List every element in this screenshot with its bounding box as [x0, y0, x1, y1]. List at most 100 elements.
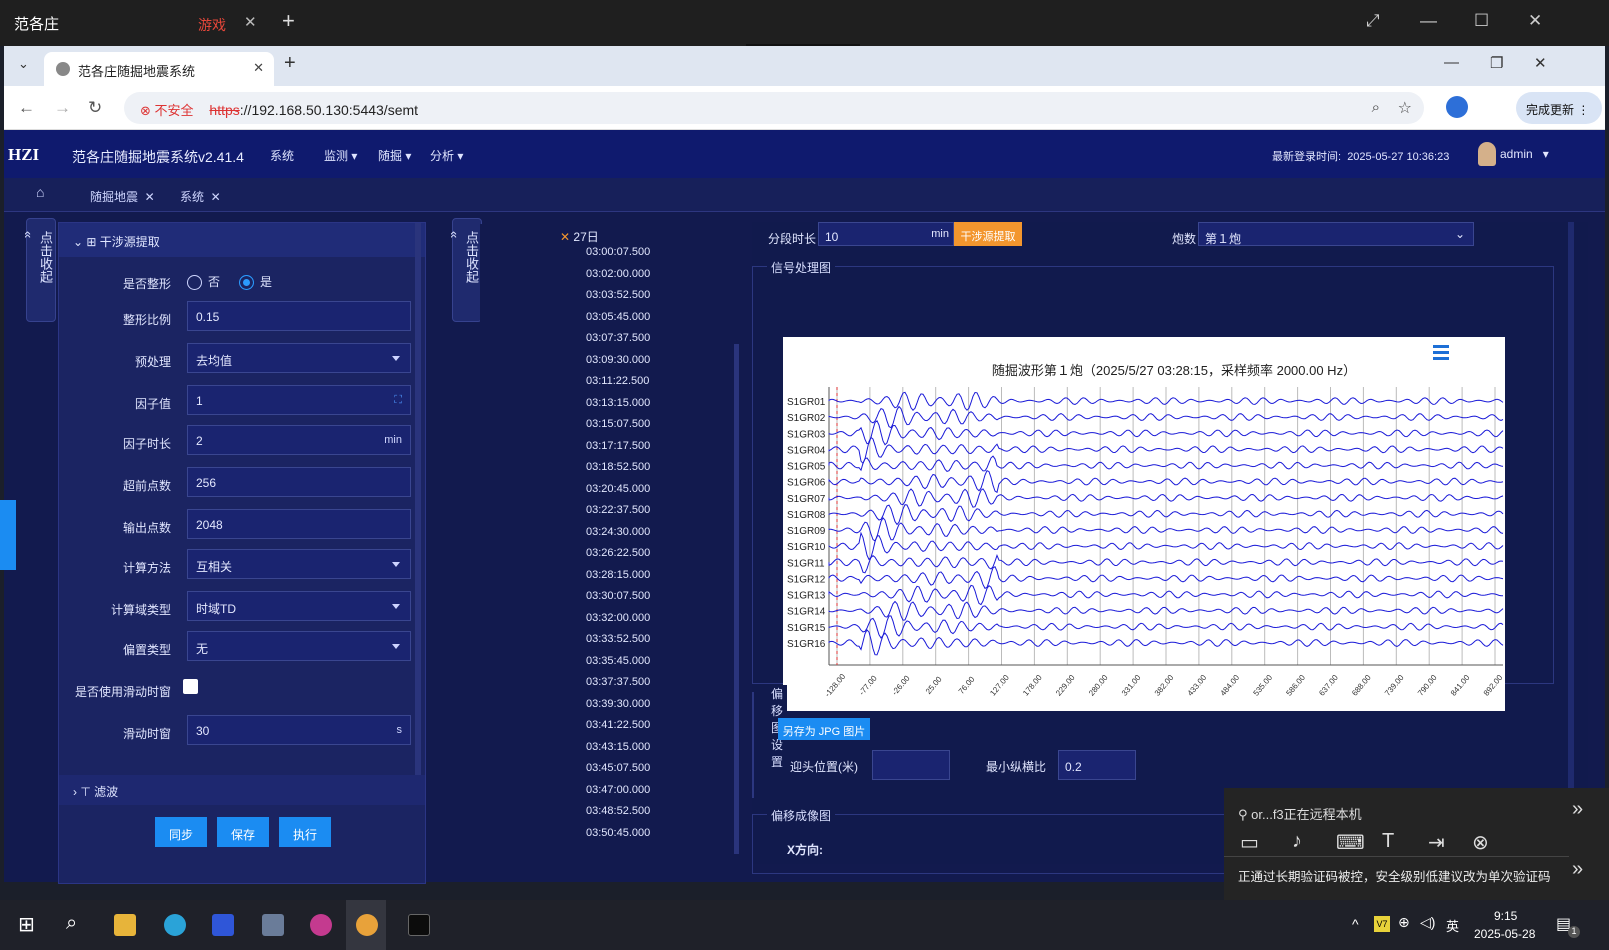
chrome-icon[interactable] — [356, 914, 378, 936]
expand-notice-icon[interactable]: » — [1572, 858, 1583, 881]
tab-suijue[interactable]: 随掘地震 ✕ — [90, 188, 155, 205]
volume-icon[interactable]: ◁) — [1420, 914, 1435, 931]
chart-menu-icon[interactable] — [1433, 357, 1449, 360]
panel-scrollbar[interactable] — [415, 223, 421, 799]
collapse-middle-tab[interactable]: 点击收起 « — [447, 218, 482, 322]
reload-icon[interactable]: ↻ — [88, 98, 102, 118]
remote-new-tab[interactable]: + — [282, 8, 295, 34]
profile-icon[interactable] — [1446, 96, 1468, 118]
chart-menu-icon[interactable] — [1433, 351, 1449, 354]
time-item[interactable]: 03:03:52.500 — [586, 289, 650, 311]
time-item[interactable]: 03:00:07.500 — [586, 246, 650, 268]
lang-indicator[interactable]: 英 — [1446, 916, 1459, 935]
nav-system[interactable]: 系统 — [270, 147, 295, 181]
start-icon[interactable]: ⊞ — [18, 912, 35, 937]
time-item[interactable]: 03:13:15.000 — [586, 397, 650, 419]
file-transfer-icon[interactable]: ⇥ — [1428, 830, 1445, 855]
section-interference-source[interactable]: ⌄ ⊞ 干涉源提取 — [59, 223, 425, 257]
avatar[interactable] — [1478, 142, 1496, 166]
back-icon[interactable]: ← — [18, 98, 35, 118]
section-filter[interactable]: › ⊤ 滤波 — [59, 775, 425, 805]
bias-type-select[interactable]: 无 — [187, 631, 411, 661]
remote-tab-game[interactable]: 游戏 — [198, 15, 226, 35]
text-icon[interactable]: T — [1382, 830, 1394, 853]
remote-desktop-icon[interactable] — [262, 914, 284, 936]
browser-close-icon[interactable]: ✕ — [1534, 54, 1547, 72]
client-app-icon[interactable] — [310, 914, 332, 936]
method-select[interactable]: 互相关 — [187, 549, 411, 579]
shot-select[interactable]: 第１炮 ⌄ — [1198, 222, 1474, 246]
time-item[interactable]: 03:48:52.500 — [586, 805, 650, 827]
segment-input[interactable]: 10 min — [818, 222, 954, 246]
keyboard-icon[interactable]: ⌨ — [1336, 830, 1365, 855]
chart-menu-icon[interactable] — [1433, 345, 1449, 348]
cloud-app-icon[interactable] — [212, 914, 234, 936]
list-scrollbar[interactable] — [734, 344, 739, 854]
search-icon[interactable]: ⌕ — [66, 912, 77, 935]
time-item[interactable]: 03:18:52.500 — [586, 461, 650, 483]
time-item[interactable]: 03:47:00.000 — [586, 784, 650, 806]
home-icon[interactable]: ⌂ — [36, 184, 44, 200]
time-item[interactable]: 03:24:30.000 — [586, 526, 650, 548]
reshape-ratio-input[interactable]: 0.15 — [187, 301, 411, 331]
time-item[interactable]: 03:32:00.000 — [586, 612, 650, 634]
radio-no[interactable]: 否 — [187, 273, 220, 291]
explorer-icon[interactable] — [114, 914, 136, 936]
insecure-badge[interactable]: ⊗ 不安全 — [140, 103, 194, 118]
time-item[interactable]: 03:15:07.500 — [586, 418, 650, 440]
factor-duration-input[interactable]: 2 min — [187, 425, 411, 455]
update-button[interactable]: 完成更新 ⋮ — [1516, 92, 1602, 124]
browser-tab[interactable]: 范各庄随掘地震系统 ✕ — [44, 52, 274, 86]
sync-button[interactable]: 同步 — [155, 817, 207, 847]
close-tab-icon[interactable]: ✕ — [253, 60, 264, 76]
time-item[interactable]: 03:43:15.000 — [586, 741, 650, 763]
extract-button[interactable]: 干涉源提取 — [954, 222, 1022, 246]
time-item[interactable]: 03:26:22.500 — [586, 547, 650, 569]
microphone-icon[interactable]: ♪ — [1292, 830, 1302, 853]
time-item[interactable]: 03:41:22.500 — [586, 719, 650, 741]
zoom-icon[interactable]: ⌕ — [1372, 99, 1380, 116]
time-item[interactable]: 03:11:22.500 — [586, 375, 649, 397]
network-icon[interactable]: ⊕ — [1398, 914, 1410, 931]
forward-icon[interactable]: → — [54, 98, 71, 118]
side-expand-handle[interactable] — [0, 500, 16, 570]
save-button[interactable]: 保存 — [217, 817, 269, 847]
time-item[interactable]: 03:22:37.500 — [586, 504, 650, 526]
tray-chevron-icon[interactable]: ^ — [1352, 916, 1359, 932]
browser-minimize-icon[interactable]: — — [1444, 54, 1459, 71]
maximize-icon[interactable]: ☐ — [1474, 11, 1489, 31]
day-node[interactable]: ✕ 27日 — [560, 228, 599, 245]
minimize-icon[interactable]: — — [1420, 11, 1437, 31]
chart-pick-icon[interactable]: ⛶ — [394, 394, 402, 407]
chat-icon[interactable]: ▭ — [1240, 830, 1259, 855]
execute-button[interactable]: 执行 — [279, 817, 331, 847]
close-window-icon[interactable]: ✕ — [1528, 11, 1542, 31]
domain-type-select[interactable]: 时域TD — [187, 591, 411, 621]
factor-input[interactable]: 1 ⛶ — [187, 385, 411, 415]
time-item[interactable]: 03:09:30.000 — [586, 354, 650, 376]
remote-app-name[interactable]: 范各庄 — [14, 13, 59, 34]
nav-tunneling[interactable]: 随掘 ▾ — [378, 147, 411, 164]
sliding-window-input[interactable]: 30 s — [187, 715, 411, 745]
time-item[interactable]: 03:39:30.000 — [586, 698, 650, 720]
time-item[interactable]: 03:05:45.000 — [586, 311, 650, 333]
nav-analysis[interactable]: 分析 ▾ — [430, 147, 463, 164]
time-item[interactable]: 03:50:45.000 — [586, 827, 650, 849]
disconnect-icon[interactable]: ⊗ — [1472, 830, 1489, 855]
clock-date[interactable]: 2025-05-28 — [1474, 927, 1535, 941]
time-item[interactable]: 03:30:07.500 — [586, 590, 650, 612]
fullscreen-icon[interactable]: ⤢ — [1366, 11, 1380, 31]
expand-right-icon[interactable]: » — [1572, 798, 1583, 821]
tab-system[interactable]: 系统 ✕ — [180, 188, 221, 205]
save-jpg-button[interactable]: 另存为 JPG 图片 — [778, 718, 870, 740]
lead-points-input[interactable]: 256 — [187, 467, 411, 497]
time-item[interactable]: 03:28:15.000 — [586, 569, 650, 591]
time-item[interactable]: 03:20:45.000 — [586, 483, 650, 505]
user-menu[interactable]: admin ▾ — [1500, 147, 1549, 161]
new-tab-button[interactable]: + — [284, 52, 296, 75]
time-item[interactable]: 03:45:07.500 — [586, 762, 650, 784]
preprocess-select[interactable]: 去均值 — [187, 343, 411, 373]
remote-tab-close[interactable]: ✕ — [244, 13, 257, 31]
clock-time[interactable]: 9:15 — [1494, 909, 1517, 923]
sliding-window-checkbox[interactable] — [183, 679, 198, 694]
